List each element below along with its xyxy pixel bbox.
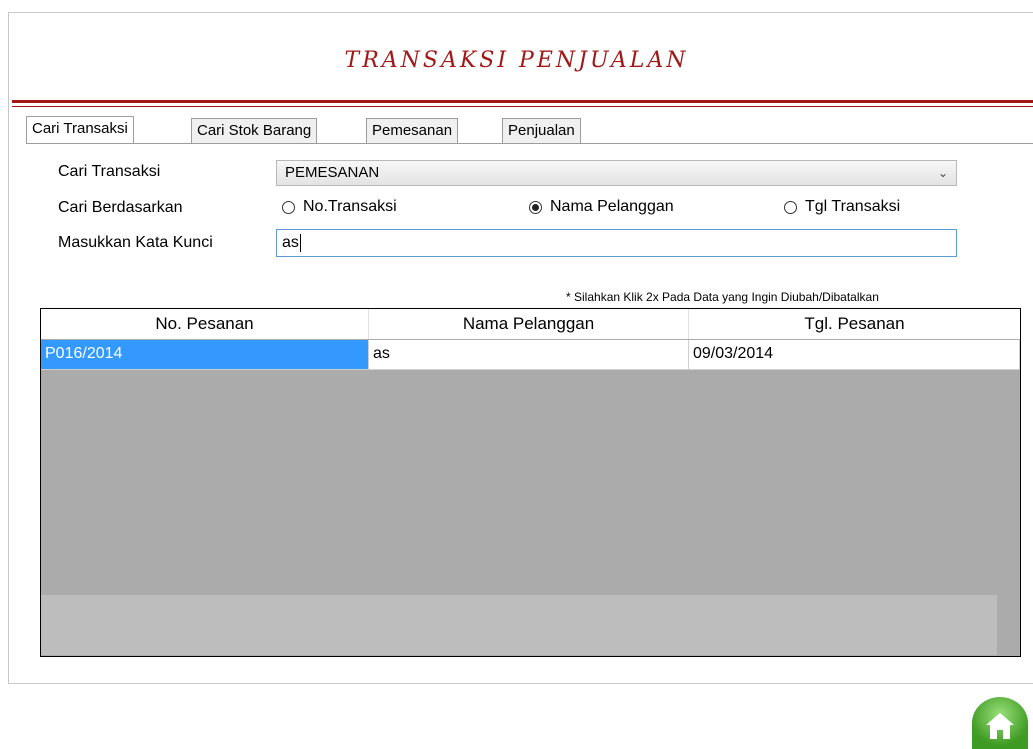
tab-panel-border bbox=[26, 143, 1033, 144]
text-caret bbox=[299, 233, 301, 252]
radio-nama-pelanggan[interactable]: Nama Pelanggan bbox=[529, 198, 674, 216]
column-header-nama-pelanggan[interactable]: Nama Pelanggan bbox=[369, 309, 689, 339]
kata-kunci-input[interactable]: as bbox=[276, 229, 957, 257]
cari-berdasarkan-label: Cari Berdasarkan bbox=[58, 199, 183, 216]
cell-no-pesanan[interactable]: P016/2014 bbox=[41, 340, 369, 370]
radio-label: Tgl Transaksi bbox=[805, 198, 901, 215]
kata-kunci-label: Masukkan Kata Kunci bbox=[58, 234, 213, 251]
tab-cari-stok-barang[interactable]: Cari Stok Barang bbox=[191, 118, 318, 143]
table-row[interactable]: P016/2014 as 09/03/2014 bbox=[41, 340, 1020, 370]
tab-pemesanan[interactable]: Pemesanan bbox=[366, 118, 459, 143]
results-table[interactable]: No. Pesanan Nama Pelanggan Tgl. Pesanan … bbox=[40, 308, 1021, 657]
kata-kunci-value: as bbox=[282, 234, 299, 251]
chevron-down-icon[interactable]: ⌄ bbox=[938, 161, 948, 185]
title-divider bbox=[12, 100, 1033, 103]
horizontal-scrollbar[interactable] bbox=[41, 595, 997, 655]
cell-nama-pelanggan[interactable]: as bbox=[369, 340, 689, 370]
radio-no-transaksi[interactable]: No.Transaksi bbox=[282, 198, 397, 216]
home-icon bbox=[986, 713, 1014, 739]
page-title: TRANSAKSI PENJUALAN bbox=[344, 48, 689, 73]
tab-cari-transaksi[interactable]: Cari Transaksi bbox=[26, 116, 134, 144]
cari-transaksi-label: Cari Transaksi bbox=[58, 163, 161, 180]
cari-transaksi-selected-value: PEMESANAN bbox=[285, 164, 380, 181]
radio-tgl-transaksi[interactable]: Tgl Transaksi bbox=[784, 198, 900, 216]
home-button[interactable] bbox=[972, 697, 1028, 749]
column-header-no-pesanan[interactable]: No. Pesanan bbox=[41, 309, 369, 339]
cari-transaksi-select[interactable]: PEMESANAN ⌄ bbox=[276, 160, 957, 186]
cell-tgl-pesanan[interactable]: 09/03/2014 bbox=[689, 340, 1020, 370]
radio-dot bbox=[784, 200, 797, 214]
tab-penjualan[interactable]: Penjualan bbox=[502, 118, 581, 143]
radio-label: Nama Pelanggan bbox=[550, 198, 674, 215]
radio-dot-selected bbox=[529, 200, 542, 214]
radio-dot bbox=[282, 200, 295, 214]
title-divider-thin bbox=[12, 106, 1033, 107]
radio-label: No.Transaksi bbox=[303, 198, 397, 215]
instruction-note: * Silahkan Klik 2x Pada Data yang Ingin … bbox=[566, 290, 879, 304]
table-header: No. Pesanan Nama Pelanggan Tgl. Pesanan bbox=[41, 309, 1020, 339]
column-header-tgl-pesanan[interactable]: Tgl. Pesanan bbox=[689, 309, 1020, 339]
